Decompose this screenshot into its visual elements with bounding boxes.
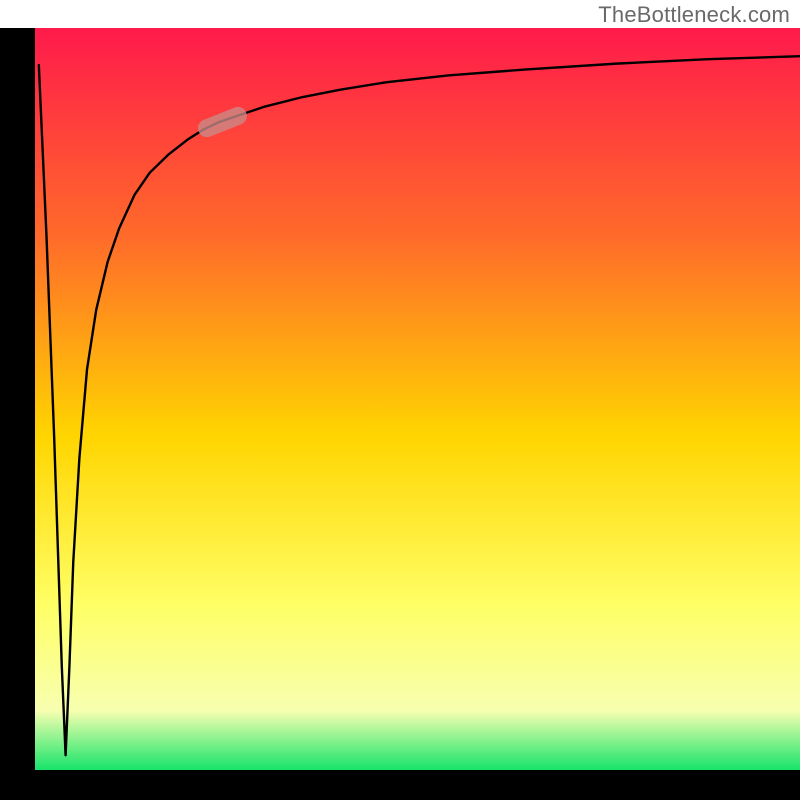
chart-container: [0, 0, 800, 800]
frame-bottom-band: [0, 770, 800, 800]
bottleneck-chart: [0, 0, 800, 800]
attribution-text: TheBottleneck.com: [598, 2, 790, 28]
plot-background: [35, 28, 800, 770]
frame-left-band: [0, 28, 35, 800]
